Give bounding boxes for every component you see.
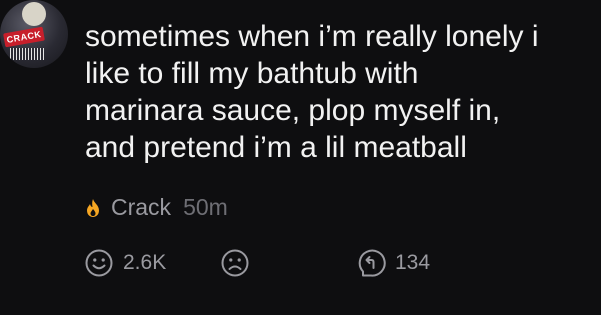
avatar-barcode	[10, 48, 44, 60]
reply-count: 134	[395, 251, 431, 274]
flame-icon	[85, 197, 101, 217]
reply-arrow-icon	[358, 249, 386, 277]
avatar[interactable]: CRACK	[0, 0, 68, 68]
smile-face-icon	[85, 249, 113, 277]
frown-face-icon	[221, 249, 249, 277]
post-author[interactable]: Crack	[111, 194, 171, 221]
post-meta: Crack 50m	[85, 192, 228, 222]
upvote-button[interactable]: 2.6K	[84, 246, 166, 280]
post-age: 50m	[183, 193, 228, 220]
reply-button[interactable]: 134	[356, 246, 430, 280]
post-actions: 2.6K 134	[84, 246, 464, 280]
downvote-button[interactable]	[220, 246, 250, 280]
upvote-count: 2.6K	[123, 251, 167, 274]
avatar-sticker	[22, 2, 46, 26]
post-text: sometimes when i’m really lonely i like …	[85, 20, 539, 164]
avatar-badge: CRACK	[3, 26, 45, 48]
